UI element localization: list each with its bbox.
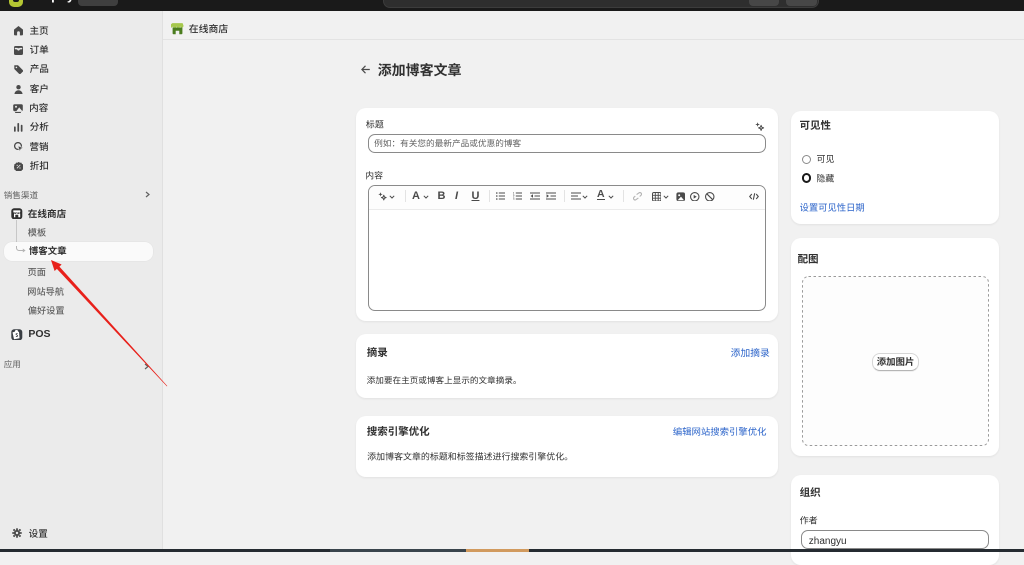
svg-text:3: 3 (513, 198, 515, 200)
